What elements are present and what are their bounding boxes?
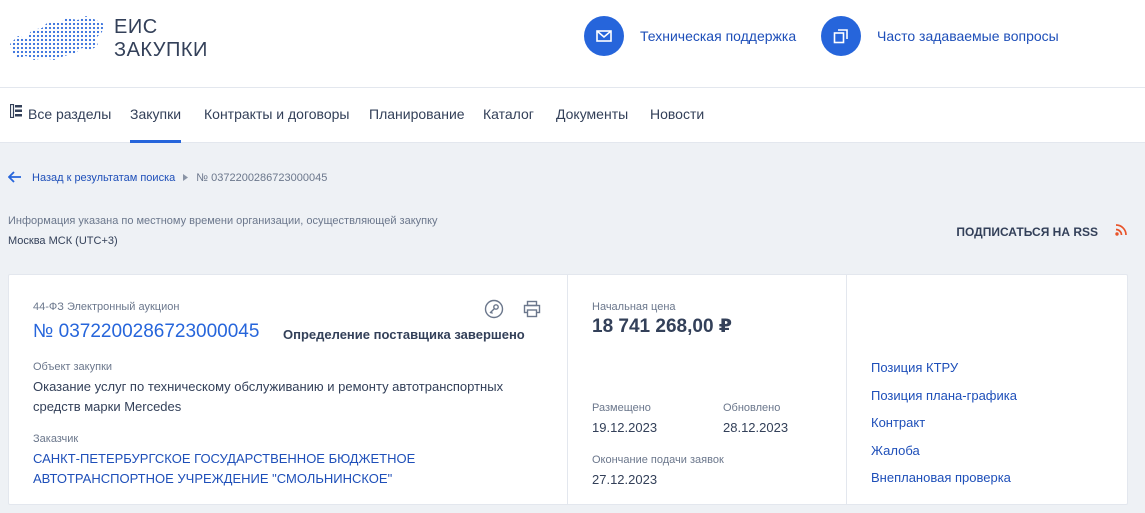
link-plan-schedule-position[interactable]: Позиция плана-графика: [871, 386, 1017, 414]
object-label: Объект закупки: [33, 361, 113, 373]
nav-contracts[interactable]: Контракты и договоры: [204, 88, 349, 143]
main-nav: Все разделы Закупки Контракты и договоры…: [0, 88, 1145, 143]
faq-icon: [821, 16, 861, 56]
arrow-left-icon[interactable]: [7, 170, 22, 186]
published-label: Размещено: [592, 402, 651, 414]
link-ktru-position[interactable]: Позиция КТРУ: [871, 358, 1017, 386]
rss-label: ПОДПИСАТЬСЯ НА RSS: [956, 224, 1098, 239]
regulation-type: 44-ФЗ Электронный аукцион: [33, 301, 180, 313]
chevron-right-icon: [183, 172, 189, 184]
nav-label: Все разделы: [28, 106, 112, 122]
customer-link[interactable]: САНКТ-ПЕТЕРБУРГСКОЕ ГОСУДАРСТВЕННОЕ БЮДЖ…: [33, 449, 553, 489]
nav-planning[interactable]: Планирование: [369, 88, 465, 143]
updated-label: Обновлено: [723, 402, 781, 414]
back-to-results-link[interactable]: Назад к результатам поиска: [32, 172, 175, 184]
purchase-price-dates: Начальная цена 18 741 268,00 ₽ Размещено…: [568, 275, 847, 504]
timezone-note: Информация указана по местному времени о…: [8, 215, 438, 227]
eis-logo[interactable]: ЕИС ЗАКУПКИ: [8, 14, 218, 66]
rss-subscribe-button[interactable]: ПОДПИСАТЬСЯ НА RSS: [956, 224, 1127, 239]
logo-line1: ЕИС: [114, 16, 158, 38]
link-complaint[interactable]: Жалоба: [871, 441, 1017, 469]
timezone-value: Москва МСК (UTC+3): [8, 235, 118, 247]
updated-value: 28.12.2023: [723, 420, 789, 435]
deadline-label: Окончание подачи заявок: [592, 454, 724, 466]
nav-purchases[interactable]: Закупки: [130, 88, 182, 143]
deadline-value: 27.12.2023: [592, 472, 658, 487]
link-unscheduled-inspection[interactable]: Внеплановая проверка: [871, 468, 1017, 496]
purchase-number-link[interactable]: № 0372200286723000045: [33, 321, 259, 343]
status-badge: Определение поставщика завершено: [283, 327, 525, 342]
russia-map-icon: [10, 16, 104, 60]
support-link[interactable]: Техническая поддержка: [584, 15, 796, 57]
breadcrumb-current: № 0372200286723000045: [196, 172, 328, 184]
rss-icon: [1098, 224, 1127, 239]
print-icon[interactable]: [523, 300, 541, 323]
sections-icon: [9, 87, 23, 140]
logo-line2: ЗАКУПКИ: [114, 39, 208, 61]
breadcrumb: Назад к результатам поиска № 03722002867…: [7, 170, 328, 186]
faq-label: Часто задаваемые вопросы: [877, 28, 1059, 44]
purchase-main-info: 44-ФЗ Электронный аукцион № 037220028672…: [9, 275, 568, 504]
support-label: Техническая поддержка: [640, 28, 797, 44]
nav-news[interactable]: Новости: [650, 88, 704, 143]
published-value: 19.12.2023: [592, 420, 658, 435]
customer-label: Заказчик: [33, 433, 79, 445]
price-value: 18 741 268,00 ₽: [592, 316, 733, 337]
object-value: Оказание услуг по техническому обслужива…: [33, 379, 504, 414]
purchase-card: 44-ФЗ Электронный аукцион № 037220028672…: [8, 274, 1128, 505]
price-label: Начальная цена: [592, 301, 676, 313]
related-links: Позиция КТРУ Позиция плана-графика Контр…: [847, 275, 1127, 504]
nav-all-sections[interactable]: Все разделы: [9, 87, 112, 143]
envelope-icon: [584, 16, 624, 56]
nav-catalog[interactable]: Каталог: [483, 88, 534, 143]
link-contract[interactable]: Контракт: [871, 413, 1017, 441]
nav-documents[interactable]: Документы: [556, 88, 628, 143]
faq-link[interactable]: Часто задаваемые вопросы: [821, 15, 1059, 57]
key-icon[interactable]: [484, 299, 504, 324]
top-header: ЕИС ЗАКУПКИ Техническая поддержка Часто …: [0, 0, 1145, 88]
